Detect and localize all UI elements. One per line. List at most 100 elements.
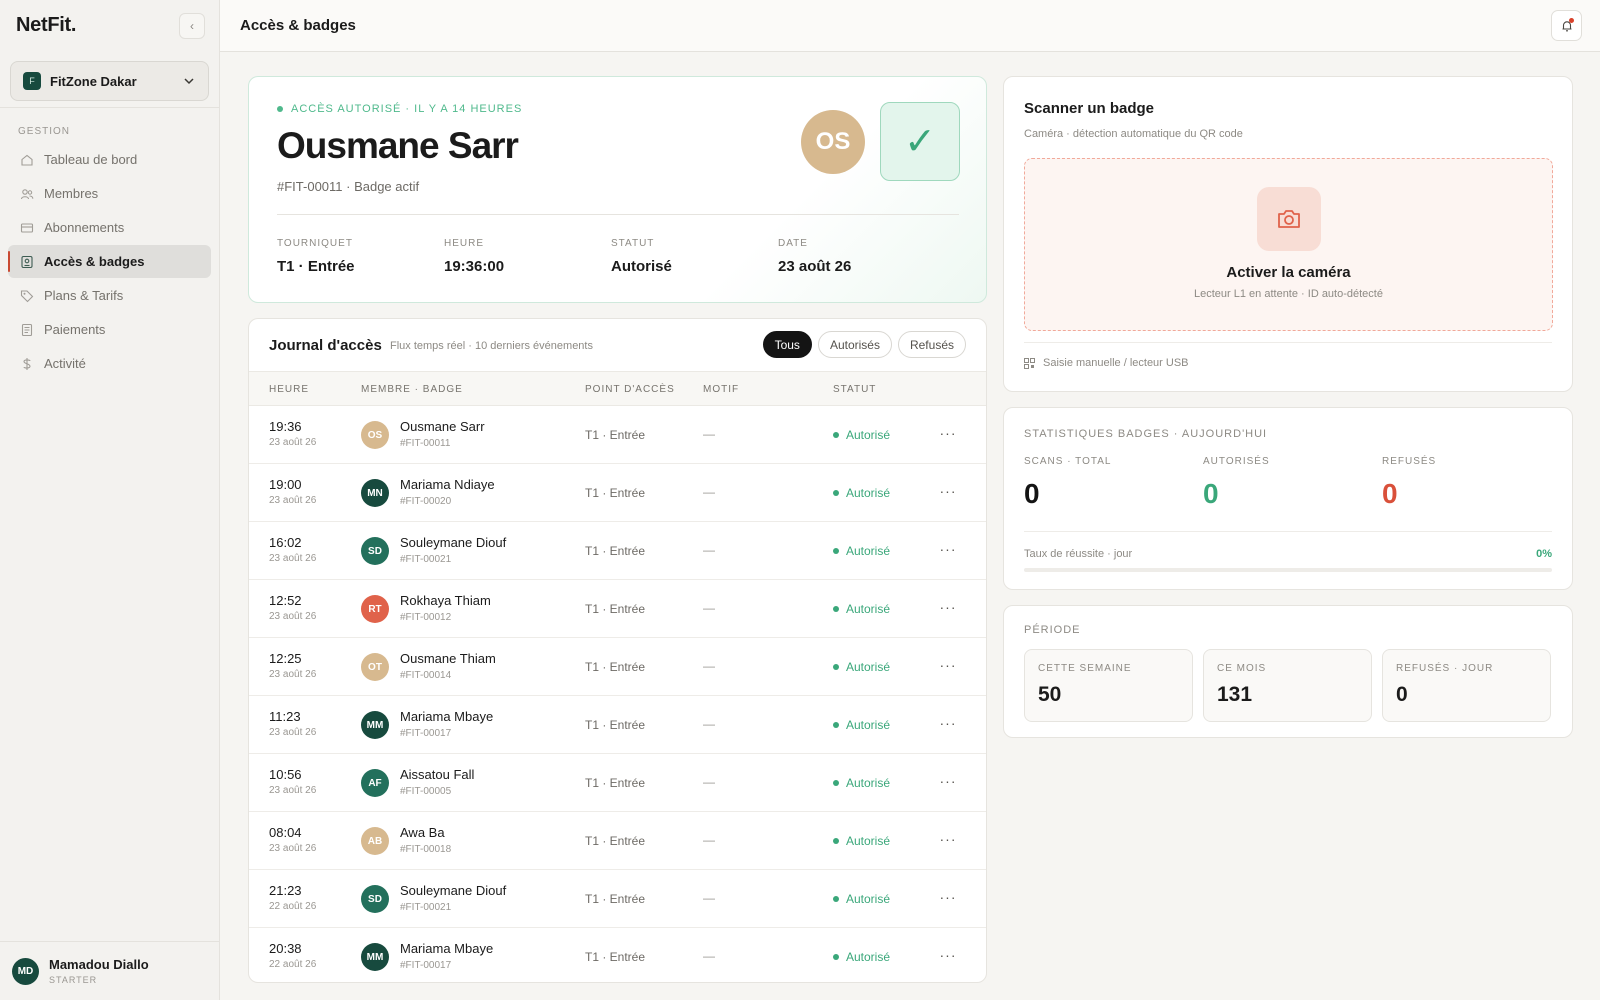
sidebar-item-label: Tableau de bord xyxy=(44,152,138,167)
member-cell[interactable]: Mariama Mbaye #FIT-00017 xyxy=(400,709,493,739)
avatar: SD xyxy=(361,885,389,913)
member-name: Souleymane Diouf xyxy=(400,883,507,898)
log-time-cell: 10:56 23 août 26 xyxy=(269,767,316,796)
avatar: AF xyxy=(361,769,389,797)
member-badge: #FIT-00011 xyxy=(400,438,451,449)
more-icon: ··· xyxy=(939,773,957,789)
sidebar-item-access-badges[interactable]: Accès & badges xyxy=(8,245,211,278)
member-cell[interactable]: Souleymane Diouf #FIT-00021 xyxy=(400,535,506,565)
member-badge: #FIT-00017 xyxy=(400,960,452,971)
motif: — xyxy=(703,659,715,673)
table-row[interactable]: 12:25 23 août 26 OT Ousmane Thiam #FIT-0… xyxy=(249,638,986,696)
table-row[interactable]: 21:23 22 août 26 SD Souleymane Diouf #FI… xyxy=(249,870,986,928)
period-label: REFUSÉS · JOUR xyxy=(1396,663,1494,674)
member-cell[interactable]: Ousmane Thiam #FIT-00014 xyxy=(400,651,496,681)
period-card: PÉRIODE CETTE SEMAINE 50 CE MOIS 131 REF… xyxy=(1003,605,1573,738)
avatar: OS xyxy=(361,421,389,449)
member-cell[interactable]: Rokhaya Thiam #FIT-00012 xyxy=(400,593,491,623)
filter-authorized[interactable]: Autorisés xyxy=(817,331,892,358)
column-header-motif[interactable]: MOTIF xyxy=(703,384,739,395)
meta-label: DATE xyxy=(778,238,808,249)
activate-camera-label: Activer la caméra xyxy=(1226,264,1351,281)
member-name: Ousmane Thiam xyxy=(400,651,496,666)
page-title: Accès & badges xyxy=(240,17,356,34)
meta-label: HEURE xyxy=(444,238,485,249)
table-row[interactable]: 20:38 22 août 26 MM Mariama Mbaye #FIT-0… xyxy=(249,928,986,982)
filter-all[interactable]: Tous xyxy=(762,331,812,358)
status-badge: Autorisé xyxy=(833,544,890,558)
log-date: 23 août 26 xyxy=(269,727,317,738)
sidebar-item-activity[interactable]: Activité xyxy=(8,347,211,380)
status-badge: Autorisé xyxy=(833,834,890,848)
period-this-month: CE MOIS 131 xyxy=(1203,649,1372,722)
member-cell[interactable]: Mariama Ndiaye #FIT-00020 xyxy=(400,477,495,507)
column-header-status[interactable]: STATUT xyxy=(833,384,876,395)
collapse-sidebar-button[interactable]: ‹ xyxy=(179,13,205,39)
table-row[interactable]: 08:04 23 août 26 AB Awa Ba #FIT-00018 T1… xyxy=(249,812,986,870)
status-badge: Autorisé xyxy=(833,602,890,616)
activate-camera-zone[interactable]: Activer la caméra Lecteur L1 en attente … xyxy=(1024,158,1553,331)
more-icon: ··· xyxy=(939,889,957,905)
more-actions-button[interactable]: ··· xyxy=(938,887,958,907)
sidebar-item-label: Paiements xyxy=(44,322,106,337)
notifications-button[interactable] xyxy=(1551,10,1582,41)
sidebar: NetFit. ‹ F FitZone Dakar GESTION Tablea… xyxy=(0,0,220,1000)
log-date: 23 août 26 xyxy=(269,669,317,680)
meta-time: HEURE 19:36:00 xyxy=(444,238,604,275)
status-text: Autorisé xyxy=(846,660,891,674)
member-cell[interactable]: Souleymane Diouf #FIT-00021 xyxy=(400,883,506,913)
dollar-icon xyxy=(20,357,34,371)
badge-icon xyxy=(20,255,34,269)
table-row[interactable]: 12:52 23 août 26 RT Rokhaya Thiam #FIT-0… xyxy=(249,580,986,638)
meta-value: T1 · Entrée xyxy=(277,258,355,275)
more-actions-button[interactable]: ··· xyxy=(938,655,958,675)
member-cell[interactable]: Ousmane Sarr #FIT-00011 xyxy=(400,419,485,449)
member-badge: #FIT-00020 xyxy=(400,496,452,507)
topbar: Accès & badges xyxy=(220,0,1600,52)
more-actions-button[interactable]: ··· xyxy=(938,713,958,733)
meta-turnstile: TOURNIQUET T1 · Entrée xyxy=(277,238,437,275)
more-actions-button[interactable]: ··· xyxy=(938,771,958,791)
sidebar-item-label: Abonnements xyxy=(44,220,125,235)
member-name: Ousmane Sarr xyxy=(277,125,519,166)
member-cell[interactable]: Aissatou Fall #FIT-00005 xyxy=(400,767,474,797)
access-log-subtitle: Flux temps réel · 10 derniers événements xyxy=(390,340,593,352)
period-value: 0 xyxy=(1396,683,1408,706)
log-time-cell: 12:52 23 août 26 xyxy=(269,593,316,622)
member-cell[interactable]: Awa Ba #FIT-00018 xyxy=(400,825,451,855)
user-profile[interactable]: MD Mamadou Diallo STARTER xyxy=(0,941,219,1000)
gym-selector[interactable]: F FitZone Dakar xyxy=(10,61,209,101)
motif: — xyxy=(703,601,715,615)
status-dot xyxy=(277,106,283,112)
table-row[interactable]: 19:36 23 août 26 OS Ousmane Sarr #FIT-00… xyxy=(249,406,986,464)
sidebar-item-dashboard[interactable]: Tableau de bord xyxy=(8,143,211,176)
status-dot xyxy=(833,780,839,786)
more-actions-button[interactable]: ··· xyxy=(938,597,958,617)
column-header-member[interactable]: MEMBRE · BADGE xyxy=(361,384,463,395)
sidebar-item-subscriptions[interactable]: Abonnements xyxy=(8,211,211,244)
reader-status: Lecteur L1 en attente · ID auto-détecté xyxy=(1194,288,1383,300)
sidebar-item-plans[interactable]: Plans & Tarifs xyxy=(8,279,211,312)
table-row[interactable]: 10:56 23 août 26 AF Aissatou Fall #FIT-0… xyxy=(249,754,986,812)
more-actions-button[interactable]: ··· xyxy=(938,945,958,965)
more-actions-button[interactable]: ··· xyxy=(938,481,958,501)
period-this-week: CETTE SEMAINE 50 xyxy=(1024,649,1193,722)
more-actions-button[interactable]: ··· xyxy=(938,423,958,443)
column-header-time[interactable]: HEURE xyxy=(269,384,309,395)
filter-refused[interactable]: Refusés xyxy=(897,331,966,358)
status-badge: Autorisé xyxy=(833,486,890,500)
more-actions-button[interactable]: ··· xyxy=(938,539,958,559)
table-row[interactable]: 16:02 23 août 26 SD Souleymane Diouf #FI… xyxy=(249,522,986,580)
log-time-cell: 19:36 23 août 26 xyxy=(269,419,316,448)
member-name: Awa Ba xyxy=(400,825,445,840)
sidebar-item-payments[interactable]: Paiements xyxy=(8,313,211,346)
access-point: T1 · Entrée xyxy=(585,544,646,558)
column-header-access-point[interactable]: POINT D'ACCÈS xyxy=(585,384,675,395)
table-header: HEURE MEMBRE · BADGE POINT D'ACCÈS MOTIF… xyxy=(249,371,986,406)
member-cell[interactable]: Mariama Mbaye #FIT-00017 xyxy=(400,941,493,971)
table-row[interactable]: 19:00 23 août 26 MN Mariama Ndiaye #FIT-… xyxy=(249,464,986,522)
sidebar-item-members[interactable]: Membres xyxy=(8,177,211,210)
more-actions-button[interactable]: ··· xyxy=(938,829,958,849)
table-row[interactable]: 11:23 23 août 26 MM Mariama Mbaye #FIT-0… xyxy=(249,696,986,754)
manual-entry-link[interactable]: Saisie manuelle / lecteur USB xyxy=(1024,357,1189,369)
